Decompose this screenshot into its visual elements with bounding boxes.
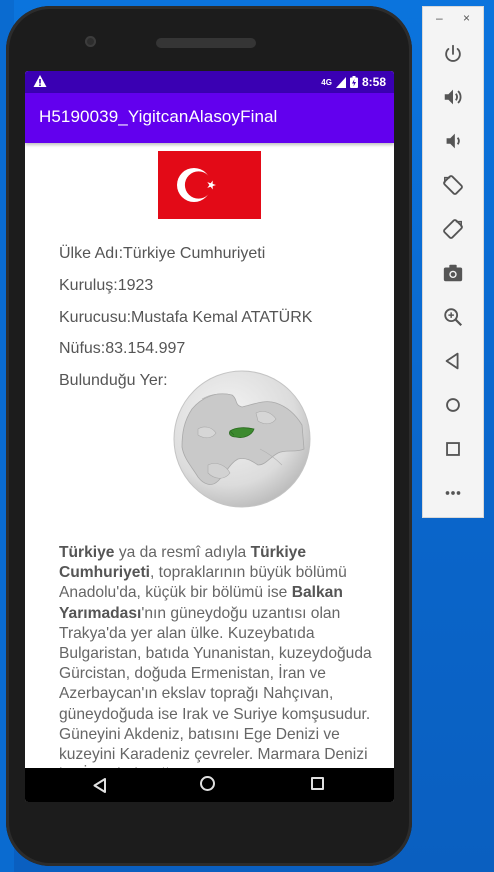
founder-name: Kurucusu:Mustafa Kemal ATATÜRK — [59, 309, 313, 326]
rotate-right-button[interactable] — [439, 215, 467, 243]
home-button[interactable] — [439, 391, 467, 419]
article-text-3: 'nın güneydoğu uzantısı olan Trakya'da y… — [59, 604, 372, 768]
nav-back-icon[interactable] — [93, 778, 107, 793]
phone-frame: 4G 8:58 H5190039_YigitcanAlasoyFinal Ülk — [6, 6, 412, 866]
country-name: Ülke Adı:Türkiye Cumhuriyeti — [59, 245, 266, 262]
signal-icon — [335, 76, 346, 88]
navigation-bar — [25, 768, 394, 802]
emulator-sidebar: – × — [422, 6, 484, 518]
rotate-left-button[interactable] — [439, 171, 467, 199]
rotate-left-icon — [443, 175, 463, 195]
close-button[interactable]: × — [463, 11, 470, 25]
zoom-button[interactable] — [439, 303, 467, 331]
rotate-right-icon — [443, 219, 463, 239]
location-globe-image — [173, 370, 311, 508]
overview-icon — [446, 442, 460, 456]
app-title: H5190039_YigitcanAlasoyFinal — [39, 107, 278, 126]
turkey-flag-image — [158, 151, 261, 219]
app-bar: H5190039_YigitcanAlasoyFinal — [25, 93, 394, 143]
front-camera — [85, 36, 96, 47]
back-button[interactable] — [439, 347, 467, 375]
nav-recents-icon[interactable] — [311, 777, 324, 790]
volume-up-button[interactable] — [439, 83, 467, 111]
home-icon — [446, 398, 460, 412]
warning-icon — [33, 75, 47, 87]
more-button[interactable] — [439, 479, 467, 507]
back-icon — [445, 352, 459, 370]
phone-screen: 4G 8:58 H5190039_YigitcanAlasoyFinal Ülk — [25, 71, 394, 802]
country-article: Türkiye ya da resmî adıyla Türkiye Cumhu… — [59, 543, 385, 768]
article-bold-1: Türkiye — [59, 544, 115, 561]
earpiece-speaker — [156, 38, 256, 48]
status-time: 8:58 — [361, 75, 386, 89]
power-button[interactable] — [439, 40, 467, 68]
founded-year: Kuruluş:1923 — [59, 277, 154, 294]
power-icon — [445, 44, 461, 62]
volume-down-icon — [446, 133, 460, 149]
network-label: 4G — [321, 77, 332, 87]
volume-up-icon — [444, 89, 462, 105]
screenshot-button[interactable] — [439, 259, 467, 287]
camera-icon — [443, 264, 463, 282]
nav-home-icon[interactable] — [200, 776, 215, 791]
population: Nüfus:83.154.997 — [59, 340, 186, 357]
article-text-1: ya da resmî adıyla — [114, 544, 251, 561]
status-bar: 4G 8:58 — [25, 71, 394, 93]
overview-button[interactable] — [439, 435, 467, 463]
minimize-button[interactable]: – — [436, 11, 443, 25]
scroll-content[interactable]: Ülke Adı:Türkiye Cumhuriyeti Kuruluş:192… — [25, 143, 394, 768]
more-icon — [445, 491, 461, 495]
volume-down-button[interactable] — [439, 127, 467, 155]
location-label: Bulunduğu Yer: — [59, 372, 168, 389]
battery-icon — [349, 76, 358, 88]
zoom-icon — [444, 308, 463, 327]
